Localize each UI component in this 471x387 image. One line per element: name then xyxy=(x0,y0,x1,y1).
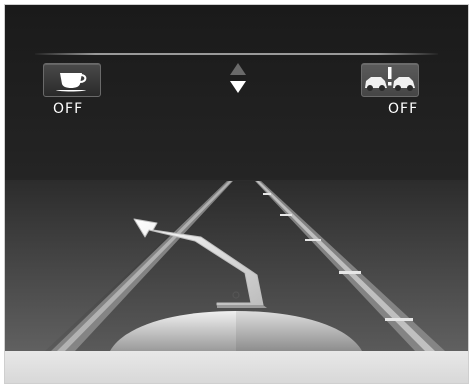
attention-assist-status: OFF xyxy=(53,101,84,117)
coffee-cup-icon xyxy=(56,73,87,92)
driver-assist-display: OFF OFF xyxy=(4,4,469,384)
top-divider xyxy=(35,53,438,55)
bottom-strip xyxy=(5,351,468,383)
vehicle-distance-warning-icon xyxy=(362,64,418,96)
attention-assist-button[interactable] xyxy=(43,63,101,97)
distance-warning-status: OFF xyxy=(388,101,419,117)
up-down-arrows-icon[interactable] xyxy=(227,61,249,97)
distance-warning-button[interactable] xyxy=(361,63,419,97)
